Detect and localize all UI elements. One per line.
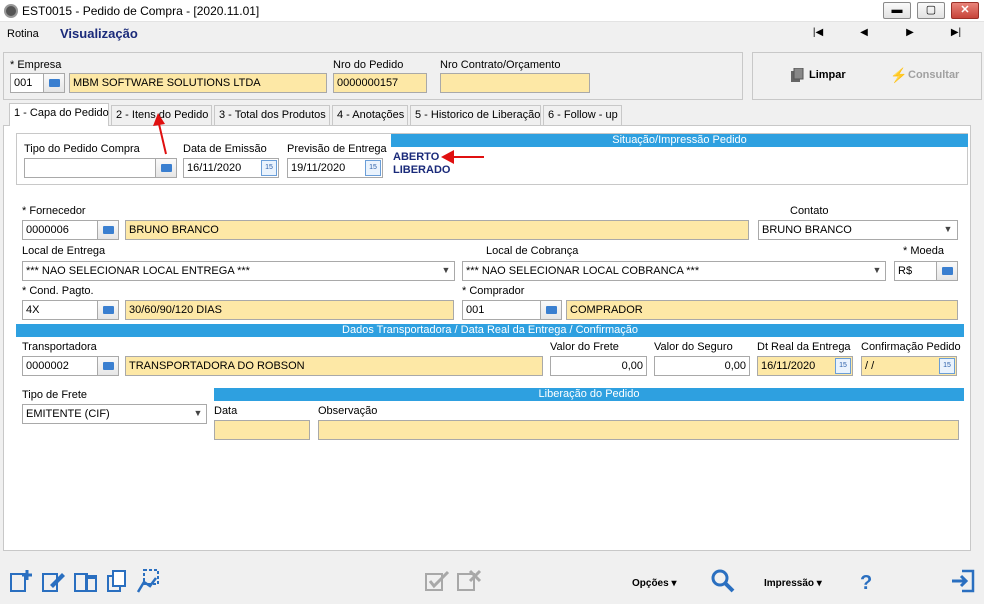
fornecedor-code-field[interactable]: 0000006 <box>22 220 102 240</box>
local-cobranca-label: Local de Cobrança <box>486 245 579 257</box>
chevron-down-icon[interactable]: ▼ <box>440 265 452 277</box>
previsao-entrega-label: Previsão de Entrega <box>287 143 387 155</box>
liberacao-data-label: Data <box>214 405 238 417</box>
tab-total-produtos[interactable]: 3 - Total dos Produtos <box>214 105 330 125</box>
nav-next-button[interactable]: ▶ <box>902 27 918 38</box>
delete-icon[interactable] <box>72 568 98 594</box>
tab-follow-up[interactable]: 6 - Follow - up <box>543 105 622 125</box>
cond-pagto-desc-field: 30/60/90/120 DIAS <box>125 300 454 320</box>
nav-last-button[interactable]: ▶| <box>948 27 964 38</box>
approve-icon[interactable] <box>136 568 162 594</box>
annotation-arrow-status <box>441 150 484 164</box>
limpar-button[interactable]: Limpar <box>809 69 846 81</box>
nav-prev-button[interactable]: ◀ <box>856 27 872 38</box>
valor-frete-field[interactable]: 0,00 <box>550 356 647 376</box>
consultar-button[interactable]: Consultar <box>908 69 959 81</box>
tab-historico-liberacao[interactable]: 5 - Historico de Liberação <box>410 105 541 125</box>
fornecedor-lookup-button[interactable] <box>97 220 119 240</box>
tipo-frete-label: Tipo de Frete <box>22 389 88 401</box>
chevron-down-icon[interactable]: ▼ <box>871 265 883 277</box>
confirm-disabled-icon[interactable] <box>424 568 450 594</box>
confirmacao-pedido-label: Confirmação Pedido <box>861 341 961 353</box>
calendar-icon[interactable]: 15 <box>835 358 851 374</box>
local-cobranca-select[interactable]: *** NAO SELECIONAR LOCAL COBRANCA *** <box>462 261 886 281</box>
tab-capa-pedido[interactable]: 1 - Capa do Pedido <box>9 103 109 126</box>
chevron-down-icon[interactable]: ▼ <box>192 408 204 420</box>
tipo-frete-select[interactable]: EMITENTE (CIF) <box>22 404 207 424</box>
calendar-icon[interactable]: 15 <box>939 358 955 374</box>
edit-icon[interactable] <box>40 568 66 594</box>
comprador-lookup-button[interactable] <box>540 300 562 320</box>
calendar-icon[interactable]: 15 <box>365 160 381 176</box>
local-entrega-label: Local de Entrega <box>22 245 106 257</box>
exit-icon[interactable] <box>950 568 976 594</box>
nro-contrato-field[interactable] <box>440 73 590 93</box>
observacao-label: Observação <box>318 405 378 417</box>
observacao-field[interactable] <box>318 420 959 440</box>
nro-pedido-field[interactable]: 0000000157 <box>333 73 427 93</box>
window-title: EST0015 - Pedido de Compra - [2020.11.01… <box>22 4 260 18</box>
help-icon[interactable]: ? <box>860 572 872 595</box>
transportadora-section-header: Dados Transportadora / Data Real da Entr… <box>16 324 964 337</box>
transportadora-name-field: TRANSPORTADORA DO ROBSON <box>125 356 543 376</box>
close-button[interactable]: ✕ <box>951 2 979 19</box>
moeda-label: Moeda <box>903 245 944 257</box>
nav-first-button[interactable]: |◀ <box>810 27 826 38</box>
nro-contrato-label: Nro Contrato/Orçamento <box>440 59 561 71</box>
valor-seguro-field[interactable]: 0,00 <box>654 356 750 376</box>
opcoes-menu-button[interactable]: Opções ▾ <box>632 578 676 589</box>
fornecedor-name-field: BRUNO BRANCO <box>125 220 749 240</box>
tab-content-panel <box>3 125 971 551</box>
empresa-name-field: MBM SOFTWARE SOLUTIONS LTDA <box>69 73 327 93</box>
data-emissao-label: Data de Emissão <box>183 143 267 155</box>
moeda-field[interactable]: R$ <box>894 261 938 281</box>
tipo-pedido-field[interactable] <box>24 158 158 178</box>
comprador-label: Comprador <box>462 285 524 297</box>
cond-pagto-code-field[interactable]: 4X <box>22 300 102 320</box>
search-icon[interactable] <box>710 568 736 594</box>
transportadora-lookup-button[interactable] <box>97 356 119 376</box>
dt-real-entrega-label: Dt Real da Entrega <box>757 341 851 353</box>
impressao-menu-button[interactable]: Impressão ▾ <box>764 578 822 589</box>
app-icon <box>4 4 18 18</box>
chevron-down-icon[interactable]: ▼ <box>942 224 954 236</box>
transportadora-code-field[interactable]: 0000002 <box>22 356 102 376</box>
valor-frete-label: Valor do Frete <box>550 341 619 353</box>
minimize-button[interactable]: ▬ <box>883 2 911 19</box>
tipo-pedido-lookup-button[interactable] <box>155 158 177 178</box>
menu-rotina[interactable]: Rotina <box>7 28 39 40</box>
nro-pedido-label: Nro do Pedido <box>333 59 404 71</box>
tipo-pedido-label: Tipo do Pedido Compra <box>24 143 140 155</box>
empresa-lookup-button[interactable] <box>43 73 65 93</box>
situacao-header: Situação/Impressão Pedido <box>391 134 968 147</box>
contato-label: Contato <box>790 205 829 217</box>
cond-pagto-label: Cond. Pagto. <box>22 285 93 297</box>
mode-label: Visualização <box>60 26 138 41</box>
empresa-label: Empresa <box>10 59 61 71</box>
cond-pagto-lookup-button[interactable] <box>97 300 119 320</box>
limpar-icon <box>790 67 804 82</box>
consultar-icon: ⚡ <box>890 67 908 83</box>
local-entrega-select[interactable]: *** NAO SELECIONAR LOCAL ENTREGA *** <box>22 261 455 281</box>
liberacao-data-field[interactable] <box>214 420 310 440</box>
new-record-icon[interactable] <box>8 568 34 594</box>
cancel-disabled-icon[interactable] <box>456 568 482 594</box>
empresa-code-field[interactable]: 001 <box>10 73 44 93</box>
moeda-lookup-button[interactable] <box>936 261 958 281</box>
maximize-button[interactable]: ▢ <box>917 2 945 19</box>
annotation-arrow-tab <box>153 113 167 155</box>
contato-select[interactable]: BRUNO BRANCO <box>758 220 958 240</box>
liberacao-section-header: Liberação do Pedido <box>214 388 964 401</box>
tab-anotacoes[interactable]: 4 - Anotações <box>332 105 408 125</box>
valor-seguro-label: Valor do Seguro <box>654 341 733 353</box>
comprador-code-field[interactable]: 001 <box>462 300 546 320</box>
status-aberto: ABERTO <box>393 151 440 163</box>
copy-icon[interactable] <box>104 568 130 594</box>
comprador-name-field: COMPRADOR <box>566 300 958 320</box>
transportadora-label: Transportadora <box>22 341 97 353</box>
fornecedor-label: Fornecedor <box>22 205 85 217</box>
calendar-icon[interactable]: 15 <box>261 160 277 176</box>
